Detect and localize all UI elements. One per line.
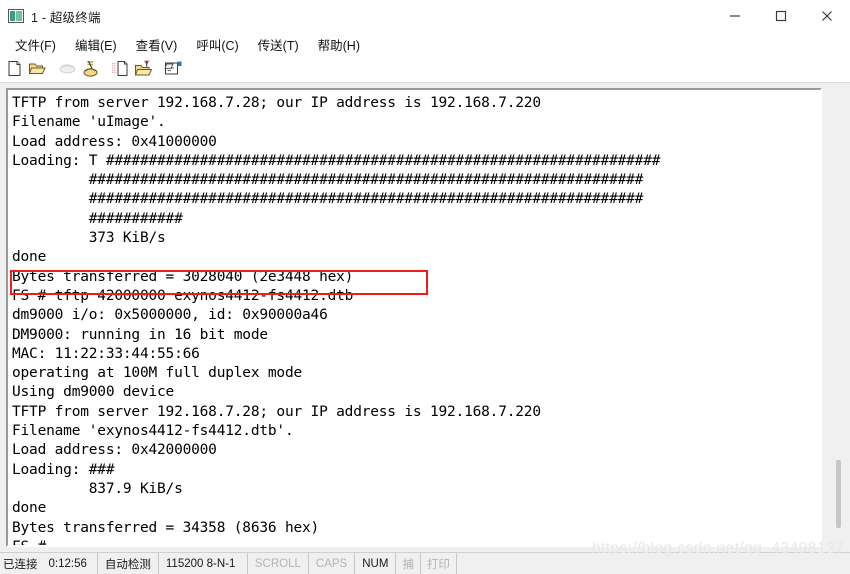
- call-icon: [83, 60, 98, 77]
- disconnect-icon: [59, 64, 76, 74]
- menu-help[interactable]: 帮助(H): [309, 33, 370, 56]
- status-indicator-print: 打印: [421, 553, 457, 574]
- maximize-icon: [775, 10, 787, 22]
- minimize-icon: [730, 15, 740, 17]
- status-serial-settings: 115200 8-N-1: [159, 553, 248, 574]
- title-bar: 1 - 超级终端: [0, 0, 850, 33]
- status-detection: 自动检测: [98, 553, 159, 574]
- scrollbar-thumb[interactable]: [836, 460, 841, 528]
- window-title: 1 - 超级终端: [31, 10, 101, 25]
- terminal-icon: [8, 9, 24, 23]
- menu-bar: 文件(F) 编辑(E) 查看(V) 呼叫(C) 传送(T) 帮助(H): [0, 33, 850, 55]
- call-button[interactable]: [79, 57, 102, 80]
- minimize-button[interactable]: [712, 0, 758, 32]
- new-connection-icon: [8, 61, 21, 76]
- terminal-output-area[interactable]: TFTP from server 192.168.7.28; our IP ad…: [8, 90, 820, 545]
- receive-file-icon: [134, 60, 153, 75]
- terminal-vertical-scrollbar[interactable]: [831, 88, 846, 547]
- status-elapsed-time: 0:12:56: [45, 553, 98, 574]
- open-folder-icon: [28, 63, 46, 74]
- properties-button[interactable]: [162, 57, 185, 80]
- menu-transfer[interactable]: 传送(T): [249, 33, 309, 56]
- menu-view[interactable]: 查看(V): [127, 33, 188, 56]
- open-file-button[interactable]: [26, 57, 49, 80]
- menu-file[interactable]: 文件(F): [6, 33, 66, 56]
- receive-file-button[interactable]: [132, 57, 155, 80]
- status-indicator-scroll: SCROLL: [248, 553, 309, 574]
- menu-call[interactable]: 呼叫(C): [187, 33, 248, 56]
- send-file-icon: [112, 61, 128, 76]
- terminal-region: TFTP from server 192.168.7.28; our IP ad…: [0, 83, 850, 552]
- status-indicator-caps: CAPS: [309, 553, 356, 574]
- terminal-text: TFTP from server 192.168.7.28; our IP ad…: [12, 95, 661, 545]
- close-icon: [822, 11, 832, 21]
- status-indicator-capture: 捕: [396, 553, 421, 574]
- new-connection-button[interactable]: [3, 57, 26, 80]
- disconnect-button[interactable]: [56, 57, 79, 80]
- close-button[interactable]: [804, 0, 850, 32]
- status-filler: [457, 553, 850, 574]
- maximize-button[interactable]: [758, 0, 804, 32]
- properties-icon: [164, 61, 182, 75]
- status-bar: 已连接 0:12:56 自动检测 115200 8-N-1 SCROLL CAP…: [0, 552, 850, 574]
- toolbar: [0, 55, 850, 83]
- menu-edit[interactable]: 编辑(E): [66, 33, 127, 56]
- status-connection-state: 已连接: [3, 558, 38, 571]
- status-indicator-num: NUM: [355, 553, 397, 574]
- hyperterminal-window: 1 - 超级终端 文件(F) 编辑(E) 查看(V) 呼叫(C) 传送(T) 帮…: [0, 0, 850, 574]
- send-file-button[interactable]: [109, 57, 132, 80]
- window-controls: [712, 0, 850, 32]
- terminal-frame: TFTP from server 192.168.7.28; our IP ad…: [6, 88, 822, 547]
